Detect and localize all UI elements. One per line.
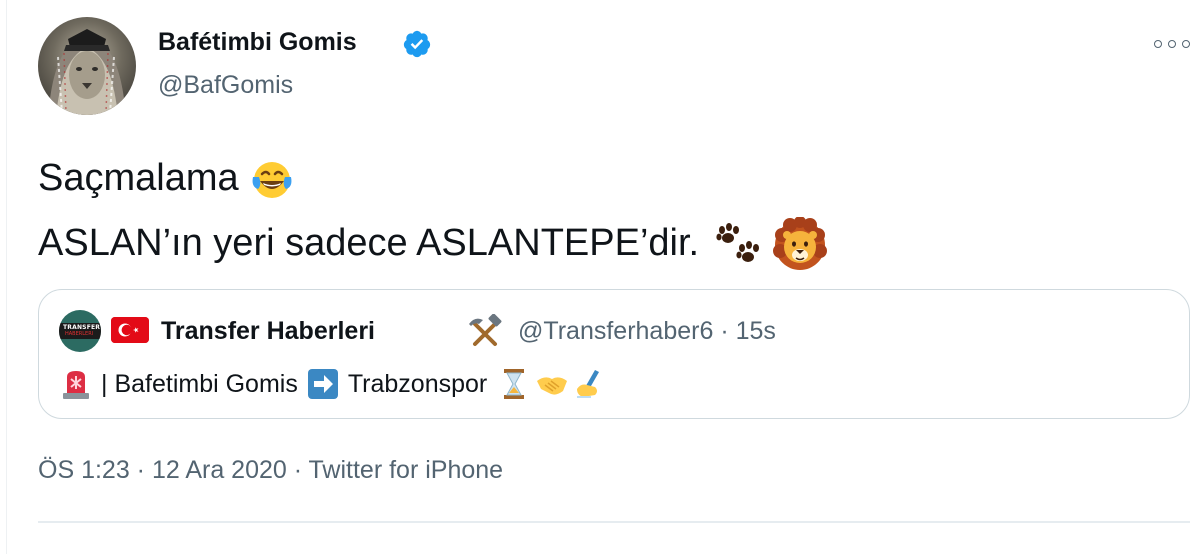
- timeline-border: [6, 0, 7, 554]
- quoted-text: | Bafetimbi Gomis Trabzonspor: [59, 367, 607, 401]
- hourglass-icon: [504, 369, 525, 399]
- quoted-avatar[interactable]: TRANSFER HABERLERI: [59, 310, 101, 352]
- writing-hand-icon: [577, 370, 600, 398]
- tweet-timestamp[interactable]: ÖS 1:23 · 12 Ara 2020 · Twitter for iPho…: [38, 456, 503, 485]
- right-arrow-icon: [307, 369, 338, 399]
- quoted-author-name[interactable]: Transfer Haberleri: [161, 317, 375, 346]
- hammer-and-pick-icon: [469, 314, 502, 346]
- tweet-text-line-1: Saçmalama: [38, 157, 295, 203]
- tweet-text-2: ASLAN’ın yeri sadece ASLANTEPE’dir.: [38, 222, 700, 265]
- divider: [38, 521, 1190, 523]
- tweet-text-1: Saçmalama: [38, 157, 239, 200]
- quoted-text-part1: | Bafetimbi Gomis: [101, 369, 298, 398]
- police-light-icon: [63, 371, 89, 399]
- quoted-text-part2: Trabzonspor: [347, 369, 488, 398]
- lion-face-icon: [773, 217, 828, 270]
- paw-prints-icon: [716, 223, 759, 262]
- handshake-icon: [537, 377, 568, 395]
- turkey-flag-icon: [111, 317, 149, 343]
- face-with-tears-of-joy-icon: [252, 162, 292, 198]
- author-avatar[interactable]: [38, 17, 136, 115]
- quoted-tweet[interactable]: TRANSFER HABERLERI Transfer Haberleri @Tr…: [38, 289, 1190, 419]
- author-handle[interactable]: @BafGomis: [158, 71, 293, 100]
- author-name[interactable]: Bafétimbi Gomis: [158, 28, 357, 57]
- more-options-icon[interactable]: [1154, 34, 1190, 54]
- quoted-handle-time[interactable]: @Transferhaber6 · 15s: [518, 317, 776, 346]
- tweet-card: Bafétimbi Gomis @BafGomis Saçmalama ASLA…: [0, 0, 1200, 554]
- tweet-text-line-2: ASLAN’ın yeri sadece ASLANTEPE’dir.: [38, 217, 828, 273]
- verified-badge-icon: [403, 30, 431, 58]
